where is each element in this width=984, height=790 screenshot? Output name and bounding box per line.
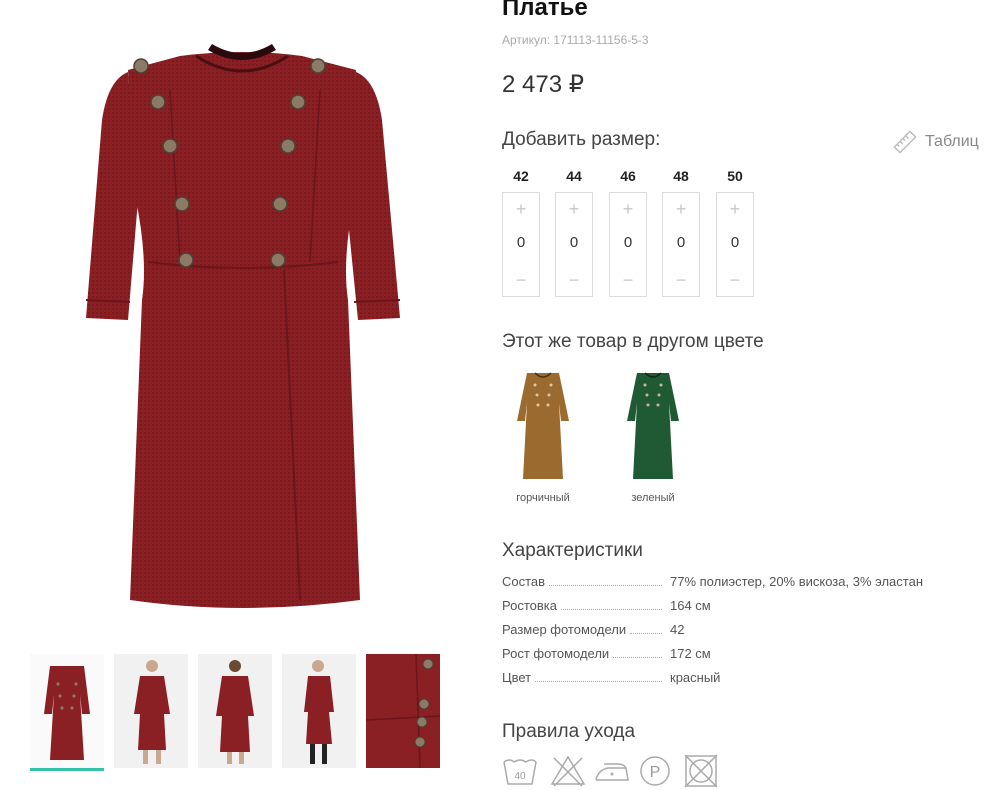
spec-row-color: Цвет красный: [502, 670, 962, 688]
thumbnail-detail[interactable]: [366, 654, 440, 768]
dryclean-letter: P: [650, 764, 661, 781]
dress-mustard-icon: [517, 372, 569, 479]
no-tumble-dry-icon: [683, 754, 719, 788]
decrement-button[interactable]: −: [663, 270, 699, 290]
thumbnail-model-side[interactable]: [282, 654, 356, 768]
other-colors-heading: Этот же товар в другом цвете: [502, 331, 764, 352]
increment-button[interactable]: +: [556, 199, 592, 219]
quantity-stepper: + −: [662, 192, 700, 297]
size-label: 44: [566, 168, 582, 184]
dryclean-p-icon: P: [637, 754, 673, 788]
wash-40-icon: 40: [502, 754, 538, 788]
thumb-detail-icon: [366, 654, 440, 768]
quantity-stepper: + −: [502, 192, 540, 297]
thumb-model-back-icon: [198, 654, 272, 768]
thumbnail-model-front[interactable]: [114, 654, 188, 768]
spec-key: Размер фотомодели: [502, 622, 627, 637]
quantity-input[interactable]: [503, 233, 539, 253]
quantity-input[interactable]: [610, 233, 646, 253]
increment-button[interactable]: +: [503, 199, 539, 219]
quantity-stepper: + −: [609, 192, 647, 297]
thumb-model-front-icon: [114, 654, 188, 768]
no-bleach-icon: [550, 754, 586, 788]
quantity-input[interactable]: [663, 233, 699, 253]
thumbnail-strip: [30, 654, 442, 774]
thumbnail-model-back[interactable]: [198, 654, 272, 768]
spec-key: Цвет: [502, 670, 532, 685]
color-variant-label: горчичный: [516, 492, 570, 504]
size-table-label: Таблиц: [925, 133, 979, 150]
color-variant-label: зеленый: [631, 492, 675, 504]
size-label: 48: [673, 168, 689, 184]
active-thumbnail-indicator: [30, 768, 104, 771]
size-label: 42: [513, 168, 529, 184]
decrement-button[interactable]: −: [610, 270, 646, 290]
product-price: 2 473 ₽: [502, 71, 584, 98]
spec-key: Ростовка: [502, 598, 557, 613]
size-option-50: 50 + −: [716, 166, 754, 297]
spec-row-composition: Состав 77% полиэстер, 20% вискоза, 3% эл…: [502, 574, 962, 592]
dress-front-image: [85, 44, 401, 608]
increment-button[interactable]: +: [663, 199, 699, 219]
size-heading: Добавить размер:: [502, 129, 661, 150]
size-table-link[interactable]: Таблиц: [893, 129, 979, 155]
thumb-model-side-icon: [282, 654, 356, 768]
spec-key: Состав: [502, 574, 546, 589]
main-product-photo[interactable]: [20, 0, 450, 640]
spec-row-height-range: Ростовка 164 см: [502, 598, 962, 616]
product-sku: Артикул: 171113-11156-5-3: [502, 33, 649, 47]
quantity-input[interactable]: [717, 233, 753, 253]
thumbnail-front[interactable]: [30, 654, 104, 771]
spec-value: красный: [670, 670, 721, 685]
size-option-44: 44 + −: [555, 166, 593, 297]
size-option-42: 42 + −: [502, 166, 540, 297]
decrement-button[interactable]: −: [503, 270, 539, 290]
spec-row-model-size: Размер фотомодели 42: [502, 622, 962, 640]
quantity-stepper: + −: [716, 192, 754, 297]
product-title: Платье: [502, 0, 588, 21]
quantity-stepper: + −: [555, 192, 593, 297]
decrement-button[interactable]: −: [717, 270, 753, 290]
spec-value: 172 см: [670, 646, 711, 661]
decrement-button[interactable]: −: [556, 270, 592, 290]
spec-key: Рост фотомодели: [502, 646, 610, 661]
dress-green-icon: [627, 372, 679, 479]
size-option-46: 46 + −: [609, 166, 647, 297]
size-label: 50: [727, 168, 743, 184]
ruler-icon: [893, 130, 917, 154]
color-variant-mustard[interactable]: горчичный: [503, 367, 583, 504]
size-label: 46: [620, 168, 636, 184]
spec-value: 77% полиэстер, 20% вискоза, 3% эластан: [670, 574, 923, 589]
spec-value: 164 см: [670, 598, 711, 613]
spec-value: 42: [670, 622, 685, 637]
thumb-front-icon: [44, 666, 90, 760]
increment-button[interactable]: +: [717, 199, 753, 219]
specs-heading: Характеристики: [502, 540, 643, 561]
size-option-48: 48 + −: [662, 166, 700, 297]
quantity-input[interactable]: [556, 233, 592, 253]
spec-row-model-height: Рост фотомодели 172 см: [502, 646, 962, 664]
increment-button[interactable]: +: [610, 199, 646, 219]
care-heading: Правила ухода: [502, 721, 636, 742]
iron-low-icon: [594, 754, 630, 788]
wash-temperature: 40: [514, 771, 526, 782]
color-variant-green[interactable]: зеленый: [613, 367, 693, 504]
